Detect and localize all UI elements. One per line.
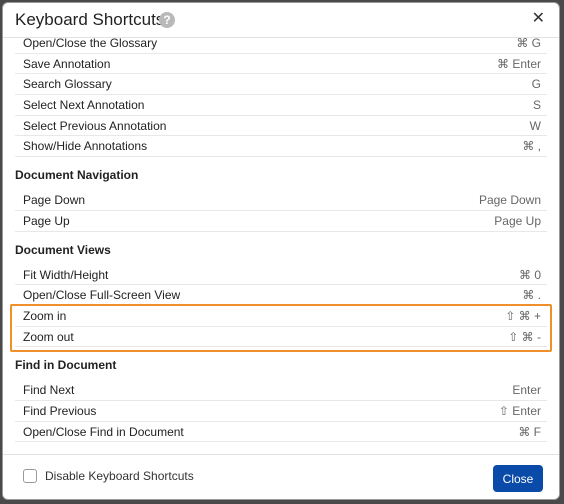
dialog-header: Keyboard Shortcuts ? ✕ [3,3,559,38]
shortcut-row: Open/Close the Glossary ⌘ G [15,38,547,54]
shortcut-section: Find in Document Find Next Enter Find Pr… [3,355,559,443]
shortcut-row: Open/Close Full-Screen View ⌘ . [15,285,547,306]
keyboard-shortcuts-dialog: Keyboard Shortcuts ? ✕ Open/Close the Gl… [2,2,560,500]
shortcut-section: Open/Close the Glossary ⌘ G Save Annotat… [3,38,559,158]
shortcut-section: Document Views Fit Width/Height ⌘ 0 Open… [3,240,559,348]
shortcut-row: Zoom out ⇧ ⌘ - [15,327,547,348]
shortcut-label: Zoom out [23,329,74,344]
shortcut-row: Select Previous Annotation W [15,116,547,137]
help-icon[interactable]: ? [159,12,175,28]
disable-shortcuts-label[interactable]: Disable Keyboard Shortcuts [45,469,194,483]
shortcut-keys: ⇧ Enter [498,403,541,418]
shortcut-label: Page Up [23,213,70,228]
shortcut-label: Open/Close Find in Document [23,424,184,439]
shortcut-label: Find Next [23,383,75,398]
shortcut-keys: ⇧ ⌘ - [508,329,541,344]
shortcut-row: Show/Hide Annotations ⌘ , [15,136,547,158]
shortcut-keys: G [531,77,541,92]
dialog-footer: Disable Keyboard Shortcuts Close [3,454,559,499]
shortcut-row: Open/Close Find in Document ⌘ F [15,422,547,443]
shortcut-label: Open/Close the Glossary [23,38,158,50]
shortcut-keys: Enter [512,383,541,398]
shortcut-label: Fit Width/Height [23,267,109,282]
shortcut-label: Open/Close Full-Screen View [23,288,181,303]
shortcut-keys: Page Up [494,213,541,228]
section-title: Find in Document [15,358,117,373]
shortcut-row: Search Glossary G [15,74,547,96]
shortcut-label: Select Next Annotation [23,98,145,113]
shortcut-row: Zoom in ⇧ ⌘ + [15,306,547,327]
shortcut-row: Find Next Enter [15,380,547,401]
shortcuts-list[interactable]: Open/Close the Glossary ⌘ G Save Annotat… [3,38,559,457]
shortcut-keys: W [529,118,541,133]
shortcut-label: Find Previous [23,403,97,418]
shortcut-label: Zoom in [23,308,67,323]
close-icon[interactable]: ✕ [532,11,545,27]
disable-shortcuts-checkbox[interactable] [23,469,37,483]
shortcut-keys: Page Down [478,193,541,208]
shortcut-label: Save Annotation [23,56,111,71]
shortcut-keys: ⌘ Enter [496,56,541,71]
shortcut-row: Fit Width/Height ⌘ 0 [15,265,547,286]
shortcut-row: Save Annotation ⌘ Enter [15,54,547,75]
close-button[interactable]: Close [493,465,543,492]
shortcut-row: Page Up Page Up [15,211,547,232]
shortcut-keys: ⌘ , [522,139,541,154]
shortcut-keys: ⌘ G [516,38,541,50]
shortcut-keys: ⇧ ⌘ + [505,308,541,323]
section-title: Document Navigation [15,168,139,183]
shortcut-label: Select Previous Annotation [23,118,167,133]
shortcut-row: Select Next Annotation S [15,95,547,116]
shortcut-label: Search Glossary [23,77,112,92]
shortcut-keys: ⌘ . [522,288,541,303]
shortcut-keys: ⌘ F [518,424,541,439]
shortcut-keys: S [532,98,541,113]
section-title: Document Views [15,242,111,257]
shortcut-label: Show/Hide Annotations [23,139,148,154]
shortcut-label: Page Down [23,193,86,208]
shortcut-keys: ⌘ 0 [518,267,541,282]
dialog-title: Keyboard Shortcuts [15,10,165,29]
shortcut-section: Document Navigation Page Down Page Down … [3,165,559,232]
shortcut-row: Page Down Page Down [15,190,547,211]
shortcut-row: Find Previous ⇧ Enter [15,401,547,422]
